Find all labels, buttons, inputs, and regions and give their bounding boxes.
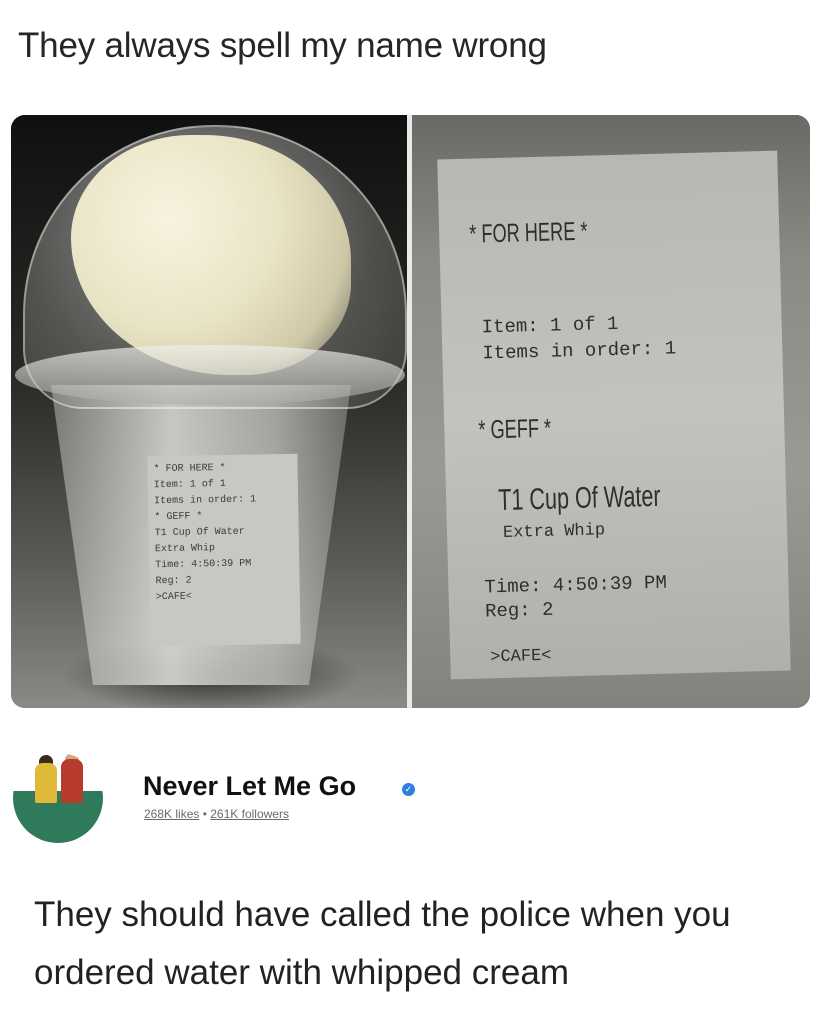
avatar-ground <box>13 791 103 843</box>
cup-rim <box>15 345 405 405</box>
author-stats: 268K likes • 261K followers <box>144 807 289 821</box>
verified-badge-icon: ✓ <box>402 783 415 796</box>
followers-count-link[interactable]: 261K followers <box>210 807 289 821</box>
avatar-figure-red <box>61 759 83 803</box>
receipt-register: Reg: 2 <box>484 598 554 623</box>
cup-sticker-label: * FOR HERE * Item: 1 of 1 Items in order… <box>147 453 301 647</box>
comment-text: They should have called the police when … <box>34 895 731 992</box>
post-caption: They always spell my name wrong <box>18 26 547 65</box>
receipt-item-line: Item: 1 of 1 <box>481 312 619 339</box>
receipt-modifier: Extra Whip <box>502 521 606 543</box>
receipt-closeup-photo: * FOR HERE * Item: 1 of 1 Items in order… <box>412 115 810 708</box>
post-photo[interactable]: * FOR HERE * Item: 1 of 1 Items in order… <box>11 115 810 708</box>
receipt-items-line: Items in order: 1 <box>482 337 677 365</box>
likes-count-link[interactable]: 268K likes <box>144 807 199 821</box>
receipt-product: T1 Cup Of Water <box>497 479 662 518</box>
receipt-footer: >CAFE< <box>490 646 552 668</box>
receipt-header: * FOR HERE * <box>468 215 588 249</box>
author-avatar[interactable] <box>13 753 103 843</box>
avatar-figure-yellow <box>35 763 57 803</box>
cup-photo: * FOR HERE * Item: 1 of 1 Items in order… <box>11 115 407 708</box>
label-line: >CAFE< <box>155 591 192 604</box>
author-name[interactable]: Never Let Me Go <box>143 771 356 802</box>
receipt-customer-name: * GEFF * <box>477 412 552 445</box>
receipt-time: Time: 4:50:39 PM <box>484 571 668 599</box>
stats-separator: • <box>199 807 211 821</box>
cup-receipt: * FOR HERE * Item: 1 of 1 Items in order… <box>437 150 791 680</box>
